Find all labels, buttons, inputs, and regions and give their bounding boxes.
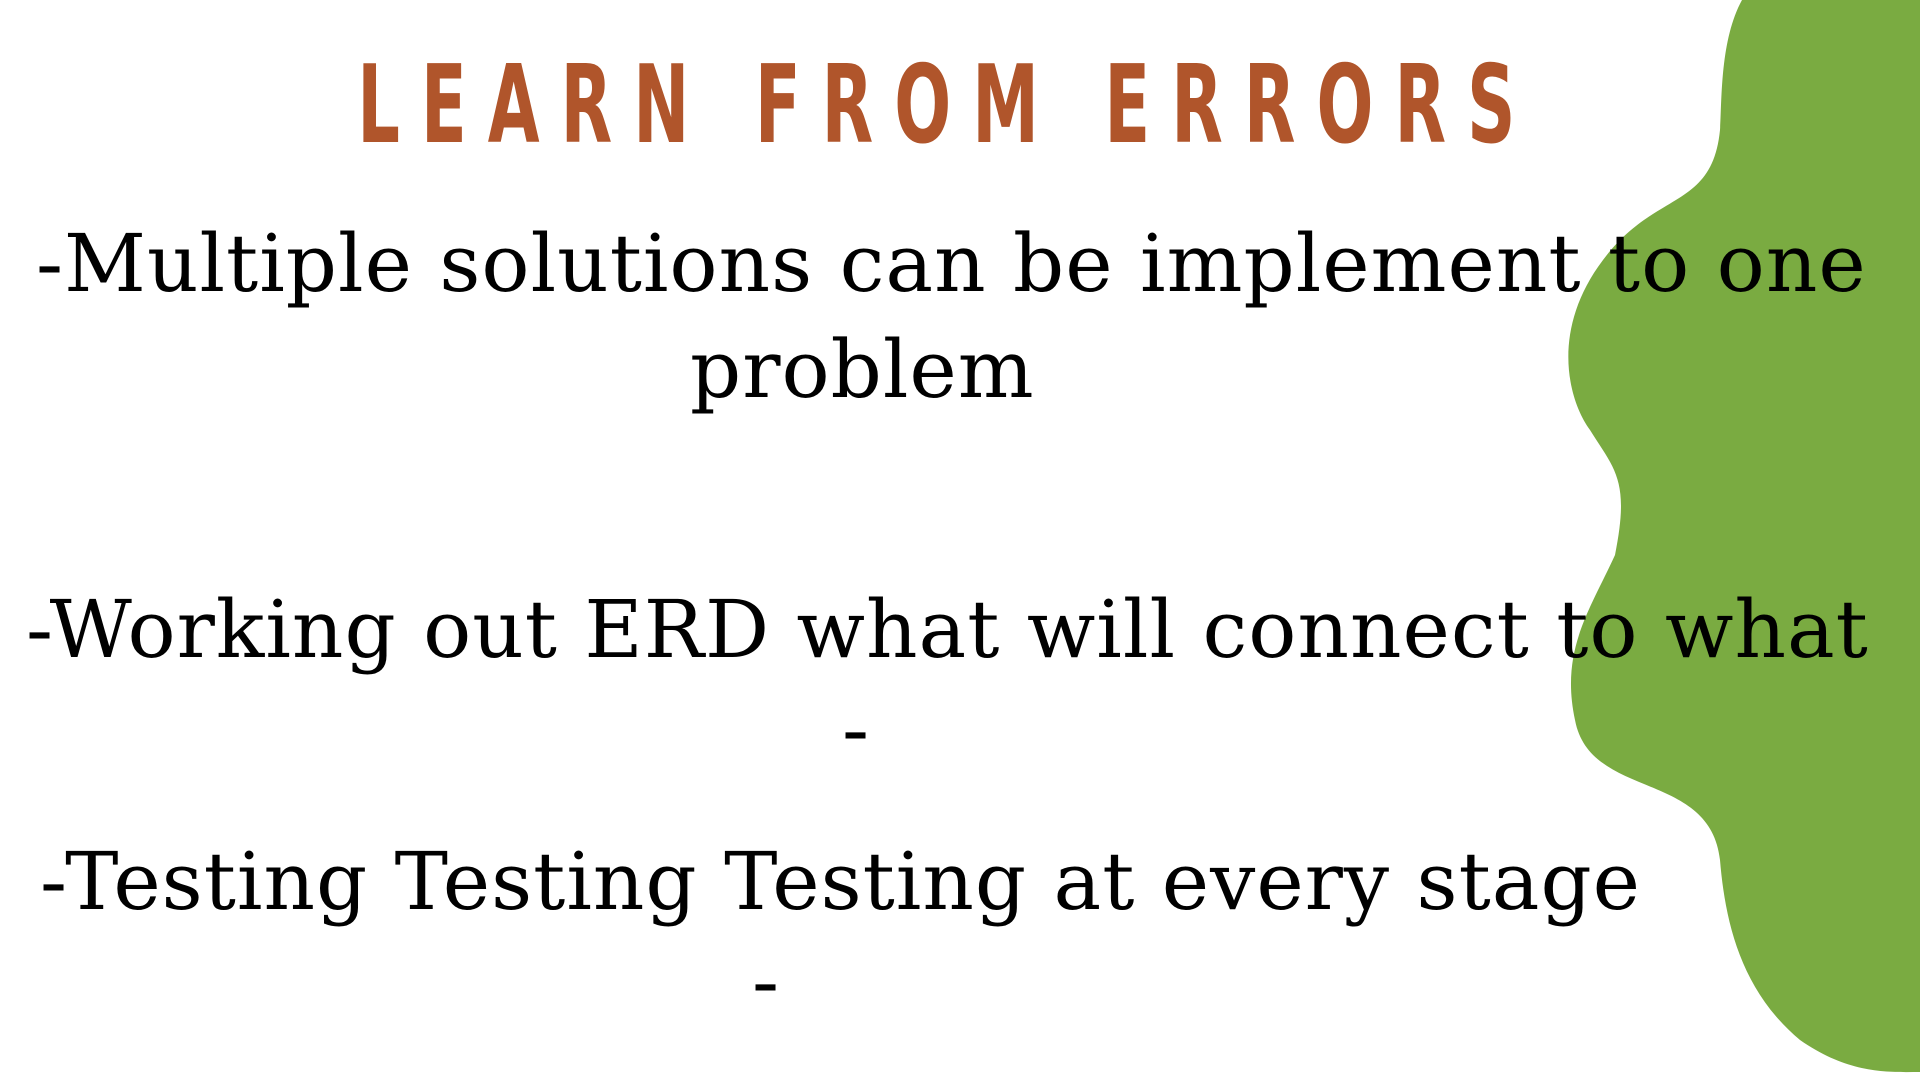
bullet-line-1-continuation: problem	[690, 323, 1035, 416]
bullet-line-3-dash: -	[752, 935, 781, 1028]
slide: LEARN FROM ERRORS -Multiple solutions ca…	[0, 0, 1920, 1080]
slide-title: LEARN FROM ERRORS	[357, 43, 1537, 168]
bullet-line-3: -Testing Testing Testing at every stage	[40, 835, 1641, 928]
bullet-line-2: -Working out ERD what will connect to wh…	[26, 583, 1869, 676]
bullet-line-1: -Multiple solutions can be implement to …	[36, 217, 1867, 310]
bullet-line-2-dash: -	[842, 683, 871, 776]
